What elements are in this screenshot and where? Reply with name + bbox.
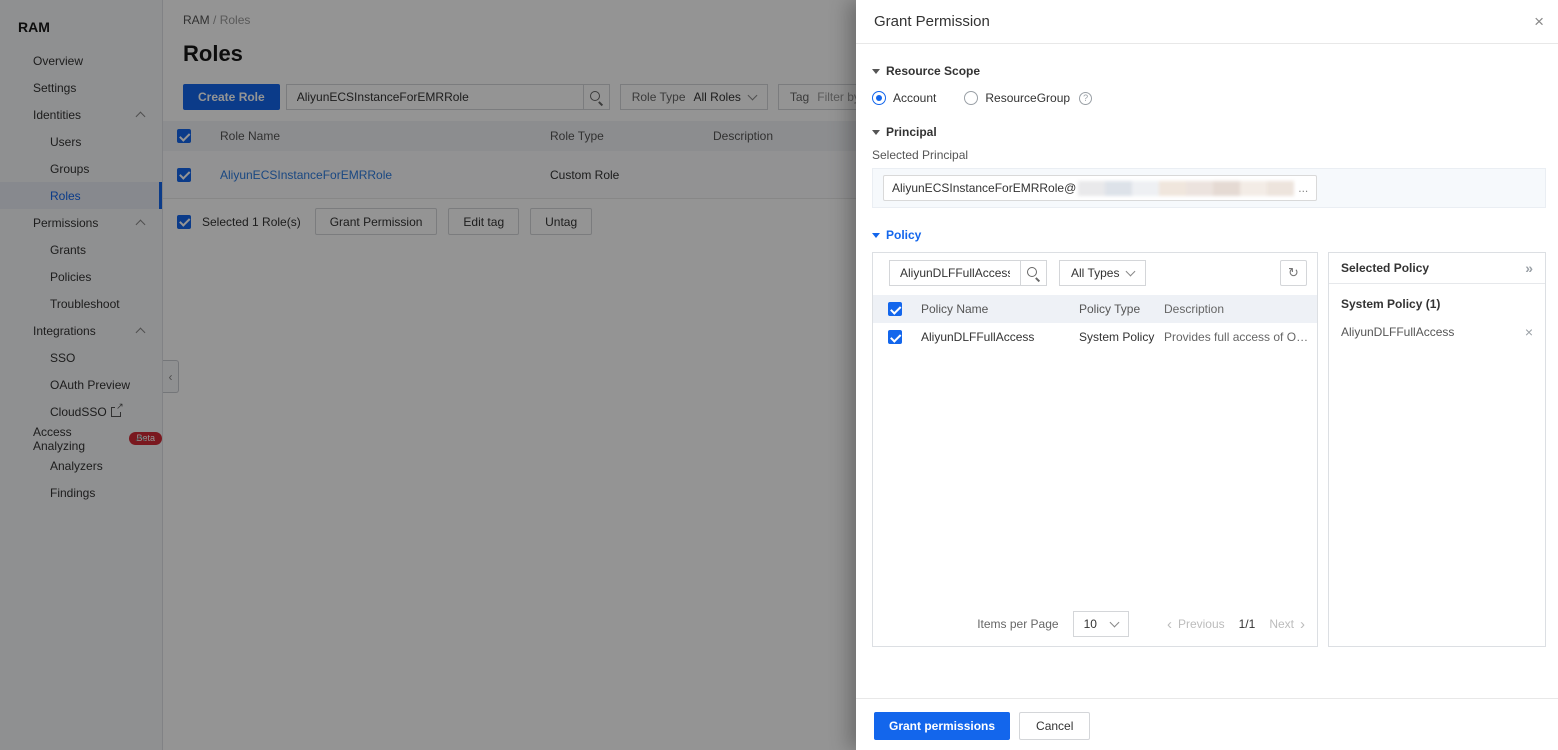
policy-name-cell: AliyunDLFFullAccess bbox=[921, 330, 1035, 344]
selected-principal-label: Selected Principal bbox=[872, 148, 969, 162]
policy-heading[interactable]: Policy bbox=[872, 228, 1546, 242]
principal-chip: AliyunECSInstanceForEMRRole@ ... bbox=[883, 175, 1318, 201]
help-icon[interactable] bbox=[1079, 91, 1093, 105]
policy-type-dropdown[interactable]: All Types bbox=[1059, 260, 1147, 286]
selected-policy-item: AliyunDLFFullAccess × bbox=[1329, 311, 1545, 340]
drawer-overlay[interactable] bbox=[0, 0, 856, 750]
next-page-button[interactable]: Next bbox=[1269, 616, 1305, 633]
resource-scope-heading[interactable]: Resource Scope bbox=[872, 64, 1546, 78]
remove-policy-icon[interactable]: × bbox=[1525, 324, 1533, 340]
selected-policy-header: Selected Policy » bbox=[1329, 253, 1545, 284]
policy-row-checkbox[interactable] bbox=[888, 330, 902, 344]
policy-table-header: Policy Name Policy Type Description bbox=[873, 295, 1317, 323]
page-indicator: 1/1 bbox=[1238, 617, 1256, 631]
principal-value: AliyunECSInstanceForEMRRole@ bbox=[892, 181, 1077, 195]
radio-selected-icon bbox=[872, 91, 886, 105]
policy-description-cell: Provides full access of OpenAPI ... bbox=[1164, 330, 1317, 344]
drawer-footer: Grant permissions Cancel bbox=[856, 698, 1558, 750]
principal-heading[interactable]: Principal bbox=[872, 125, 1546, 139]
collapse-panel-icon[interactable]: » bbox=[1525, 260, 1533, 276]
redacted-account-id bbox=[1078, 180, 1295, 196]
policy-list-panel: All Types Policy Name Policy Type Descri… bbox=[872, 252, 1318, 647]
chevron-down-icon bbox=[1126, 266, 1136, 276]
policy-table-row: AliyunDLFFullAccess System Policy Provid… bbox=[873, 323, 1317, 351]
selected-policy-title: Selected Policy bbox=[1341, 261, 1430, 275]
resource-group-radio-option[interactable]: ResourceGroup bbox=[964, 91, 1093, 105]
policy-select-all-checkbox[interactable] bbox=[888, 302, 902, 316]
page: RAM Overview Settings Identities Users G… bbox=[0, 0, 1558, 750]
items-per-page-select[interactable]: 10 bbox=[1072, 611, 1129, 637]
grant-permissions-confirm-button[interactable]: Grant permissions bbox=[874, 712, 1011, 740]
selected-policy-group-title: System Policy (1) bbox=[1341, 297, 1441, 311]
triangle-down-icon bbox=[872, 232, 880, 238]
policy-search-input[interactable] bbox=[889, 260, 1020, 286]
selected-policy-name: AliyunDLFFullAccess bbox=[1341, 325, 1455, 339]
search-icon bbox=[1027, 266, 1040, 280]
selected-principal-field[interactable]: AliyunECSInstanceForEMRRole@ ... bbox=[872, 168, 1546, 208]
previous-page-button[interactable]: Previous bbox=[1167, 616, 1225, 633]
column-policy-name: Policy Name bbox=[921, 302, 989, 316]
account-radio-option[interactable]: Account bbox=[872, 91, 936, 105]
pagination: Items per Page 10 Previous 1/1 Next bbox=[873, 611, 1317, 637]
principal-ellipsis: ... bbox=[1298, 181, 1309, 195]
refresh-button[interactable] bbox=[1280, 260, 1307, 286]
close-icon[interactable]: × bbox=[1534, 13, 1544, 30]
cancel-button[interactable]: Cancel bbox=[1019, 712, 1091, 740]
drawer-header: Grant Permission × bbox=[856, 0, 1558, 44]
policy-searchbox bbox=[889, 260, 1047, 286]
grant-permission-drawer: Grant Permission × Resource Scope Accoun… bbox=[856, 0, 1558, 750]
selected-policy-panel: Selected Policy » System Policy (1) Aliy… bbox=[1328, 252, 1546, 647]
drawer-body: Resource Scope Account ResourceGroup Pri… bbox=[856, 64, 1558, 647]
resource-scope-options: Account ResourceGroup bbox=[872, 91, 1546, 105]
policy-type-cell: System Policy bbox=[1079, 330, 1155, 344]
policy-panels: All Types Policy Name Policy Type Descri… bbox=[872, 252, 1546, 647]
policy-table: Policy Name Policy Type Description Aliy… bbox=[873, 295, 1317, 351]
column-policy-type: Policy Type bbox=[1079, 302, 1141, 316]
chevron-down-icon bbox=[1109, 617, 1120, 627]
triangle-down-icon bbox=[872, 68, 880, 74]
column-policy-description: Description bbox=[1164, 302, 1225, 316]
radio-unselected-icon bbox=[964, 91, 979, 105]
policy-search-button[interactable] bbox=[1020, 260, 1047, 286]
policy-filter-row: All Types bbox=[883, 260, 1307, 286]
drawer-title: Grant Permission bbox=[874, 13, 990, 30]
triangle-down-icon bbox=[872, 129, 880, 135]
items-per-page-label: Items per Page bbox=[977, 617, 1059, 631]
